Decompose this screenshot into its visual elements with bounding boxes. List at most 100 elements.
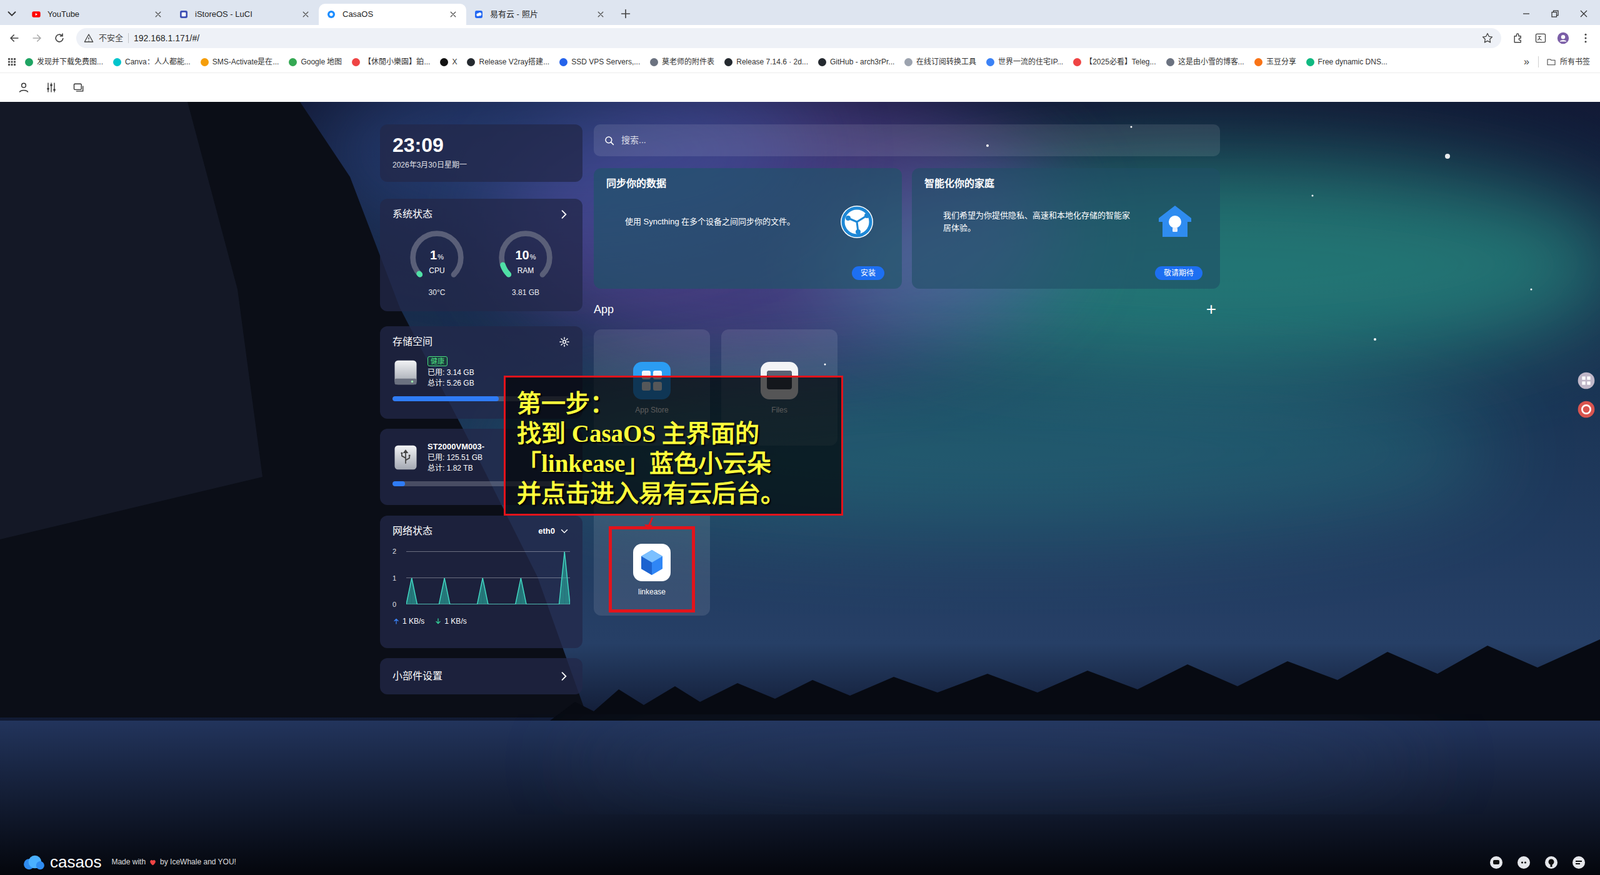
bookmark-favicon-icon [25, 58, 34, 67]
tab-label[interactable]: YouTube [47, 8, 147, 21]
url-text[interactable]: 192.168.1.171/#/ [133, 31, 200, 45]
tab-label[interactable]: 易有云 - 照片 [490, 8, 589, 21]
system-status-widget[interactable]: 系统状态1%CPU30°C10%RAM3.81 GB [380, 198, 583, 312]
security-label[interactable]: 不安全 [98, 31, 124, 45]
more-bookmarks-button[interactable]: » [1520, 54, 1534, 70]
reload-icon[interactable] [50, 28, 69, 48]
profile-avatar-icon[interactable] [1553, 28, 1573, 48]
made-with-text: Made with [111, 856, 146, 867]
browser-tab[interactable]: 易有云 - 照片 [466, 3, 614, 25]
bookmark-label[interactable]: SMS-Activate是在... [212, 56, 280, 68]
interface-name[interactable]: eth0 [538, 525, 555, 538]
gear-icon[interactable] [558, 336, 570, 348]
bookmark-item[interactable]: 【2025必看】Teleg... [1070, 56, 1159, 68]
bookmark-favicon-icon [200, 58, 209, 67]
translate-icon[interactable] [1531, 28, 1550, 48]
forward-arrow-icon[interactable] [27, 28, 47, 48]
add-app-button[interactable]: + [1202, 302, 1220, 317]
bookmark-label[interactable]: GitHub - arch3rPr... [830, 56, 895, 68]
extensions-icon[interactable] [1508, 28, 1528, 48]
close-icon[interactable] [447, 8, 459, 20]
chevron-down-icon [558, 525, 570, 537]
close-icon[interactable] [595, 8, 607, 20]
assistant-float-icon[interactable] [1576, 399, 1597, 420]
chat-icon[interactable] [1488, 855, 1504, 870]
bookmark-item[interactable]: GitHub - arch3rPr... [815, 56, 897, 68]
coming-soon-button[interactable]: 敬请期待 [1155, 266, 1203, 280]
bookmark-item[interactable]: Google 地图 [286, 56, 345, 68]
bookmark-label[interactable]: 这是由小雪的博客... [1178, 56, 1245, 68]
bookmark-favicon-icon [1073, 58, 1082, 67]
new-tab-plus-icon[interactable] [618, 6, 633, 21]
bookmark-label[interactable]: 玉豆分享 [1266, 56, 1297, 68]
tab-label[interactable]: iStoreOS - LuCI [195, 8, 294, 21]
app-tile[interactable]: linkease [593, 499, 710, 616]
widget-settings-button[interactable]: 小部件设置 [380, 658, 583, 695]
discord-icon[interactable] [1516, 855, 1532, 870]
bookmark-item[interactable]: 【休閒小樂園】鉑... [349, 56, 433, 68]
github-icon[interactable] [1543, 855, 1559, 870]
menu-dots-icon[interactable] [1576, 28, 1595, 48]
bookmark-label[interactable]: 世界一流的住宅IP... [998, 56, 1064, 68]
back-arrow-icon[interactable] [5, 28, 24, 48]
bookmark-label[interactable]: Canva：人人都能... [125, 56, 191, 68]
tab-label[interactable]: CasaOS [342, 8, 442, 21]
bookmark-item[interactable]: Release V2ray搭建... [464, 56, 552, 68]
community-icon[interactable] [1571, 855, 1587, 870]
bookmark-label[interactable]: 发现并下载免费图... [36, 56, 104, 68]
bookmark-label[interactable]: 在线订阅转换工具 [916, 56, 977, 68]
app-name[interactable]: linkease [638, 587, 666, 597]
bookmark-item[interactable]: 莫老师的附件表 [647, 56, 717, 68]
bookmark-item[interactable]: 这是由小雪的博客... [1163, 56, 1247, 68]
bookmark-label[interactable]: 莫老师的附件表 [661, 56, 715, 68]
all-bookmarks-label[interactable]: 所有书签 [1560, 56, 1590, 68]
bookmark-item[interactable]: SSD VPS Servers,... [556, 56, 643, 68]
bookmark-label[interactable]: X [451, 56, 457, 68]
browser-tab[interactable]: YouTube [23, 3, 172, 25]
casaos-logo[interactable]: casaos [20, 852, 102, 872]
restore-icon[interactable] [1548, 7, 1562, 20]
bookmark-item[interactable]: 在线订阅转换工具 [901, 56, 979, 68]
close-icon[interactable] [152, 8, 164, 20]
bookmark-favicon-icon [113, 58, 122, 67]
bookmark-item[interactable]: Release 7.14.6 · 2d... [721, 56, 811, 68]
bookmark-star-icon[interactable] [1481, 31, 1494, 45]
window-close-icon[interactable] [1577, 7, 1590, 20]
logo-text[interactable]: casaos [50, 852, 102, 872]
close-icon[interactable] [300, 8, 312, 20]
traffic-line [510, 603, 516, 605]
apps-float-icon[interactable] [1576, 370, 1597, 391]
search-input[interactable] [621, 133, 1210, 147]
bookmark-label[interactable]: 【2025必看】Teleg... [1085, 56, 1156, 68]
bookmark-label[interactable]: 【休閒小樂園】鉑... [363, 56, 430, 68]
settings-sliders-icon[interactable] [45, 81, 58, 94]
browser-tab[interactable]: iStoreOS - LuCI [171, 3, 319, 25]
bookmark-label[interactable]: SSD VPS Servers,... [571, 56, 640, 68]
dashboard-screens-icon[interactable] [72, 81, 85, 94]
bookmark-label[interactable]: Google 地图 [300, 56, 342, 68]
network-widget: 网络状态eth02101 KB/s1 KB/s [380, 515, 583, 649]
minimize-icon[interactable] [1520, 7, 1533, 20]
all-bookmarks[interactable]: 所有书签 [1543, 56, 1594, 68]
bookmark-label[interactable]: Free dynamic DNS... [1318, 56, 1388, 68]
apps-grid-icon[interactable] [6, 56, 18, 68]
bookmark-item[interactable]: 发现并下载免费图... [22, 56, 106, 68]
chevron-right-icon[interactable] [557, 208, 570, 221]
bookmark-item[interactable]: Canva：人人都能... [110, 56, 194, 68]
bookmark-item[interactable]: Free dynamic DNS... [1303, 56, 1390, 68]
browser-tab[interactable]: CasaOS [318, 3, 467, 25]
tab-search-chevron-icon[interactable] [5, 6, 19, 21]
bookmark-item[interactable]: SMS-Activate是在... [198, 56, 282, 68]
traffic-segment [438, 578, 445, 605]
interface-select[interactable]: eth0 [538, 525, 570, 538]
install-button[interactable]: 安装 [851, 266, 885, 280]
bookmark-item[interactable]: X [437, 56, 460, 68]
widget-settings-label[interactable]: 小部件设置 [392, 669, 443, 684]
user-icon[interactable] [17, 81, 30, 94]
bookmark-item[interactable]: 世界一流的住宅IP... [983, 56, 1066, 68]
address-bar[interactable]: 不安全 192.168.1.171/#/ [76, 28, 1502, 49]
bookmark-item[interactable]: 玉豆分享 [1251, 56, 1299, 68]
bookmark-label[interactable]: Release 7.14.6 · 2d... [736, 56, 809, 68]
bookmark-label[interactable]: Release V2ray搭建... [478, 56, 550, 68]
search-bar[interactable] [593, 124, 1220, 157]
